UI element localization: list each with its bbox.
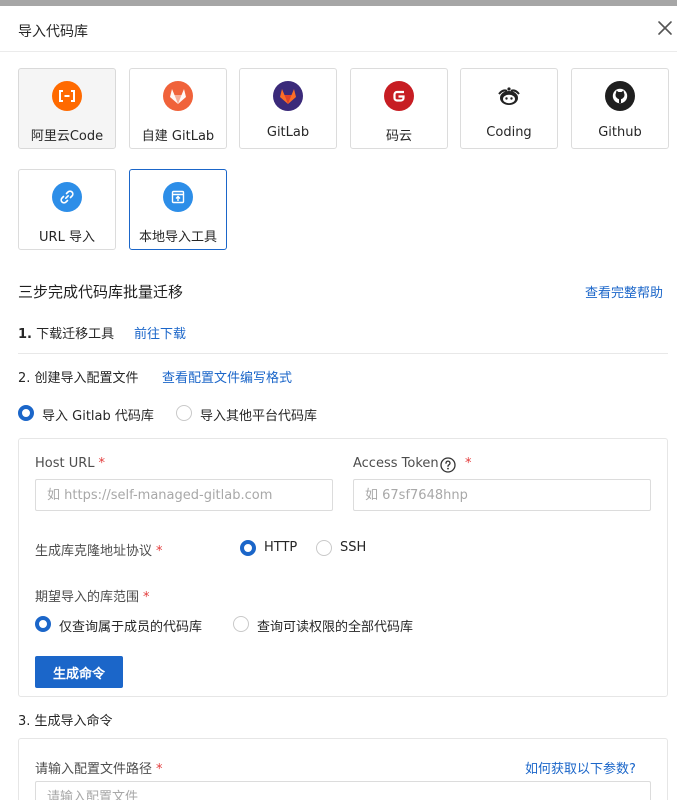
radio-readable-repos[interactable] (233, 616, 249, 632)
access-token-label: Access Token (353, 456, 439, 471)
local-import-icon (163, 182, 193, 212)
config-path-label: 请输入配置文件路径 * (35, 758, 163, 777)
source-card-url-import[interactable]: URL 导入 (18, 169, 116, 250)
get-params-help-link[interactable]: 如何获取以下参数? (525, 758, 636, 777)
radio-gitlab-platform[interactable] (18, 405, 34, 421)
question-circle-icon[interactable] (440, 457, 456, 473)
dialog-title: 导入代码库 (18, 24, 88, 40)
source-card-github[interactable]: Github (571, 68, 669, 149)
self-hosted-gitlab-icon (163, 81, 193, 111)
host-url-label: Host URL * (35, 456, 105, 471)
link-icon (52, 182, 82, 212)
step-1-number: 1. (18, 327, 32, 342)
access-token-input[interactable] (353, 479, 651, 511)
gitlab-icon (273, 81, 303, 111)
step-1-text: 下载迁移工具 (36, 327, 115, 342)
source-card-label: 阿里云Code (30, 129, 104, 144)
aliyun-code-icon (52, 81, 82, 111)
radio-gitlab-platform-label: 导入 Gitlab 代码库 (42, 409, 154, 424)
scope-label-text: 期望导入的库范围 (35, 590, 140, 605)
protocol-label: 生成库克隆地址协议 * (35, 540, 163, 559)
migration-title: 三步完成代码库批量迁移 (18, 283, 184, 301)
radio-other-platform[interactable] (176, 405, 192, 421)
source-card-label: Github (598, 125, 642, 140)
close-icon[interactable] (655, 18, 675, 38)
required-mark: * (143, 590, 150, 605)
source-card-label: Coding (486, 125, 532, 140)
radio-ssh-label: SSH (340, 540, 367, 555)
source-card-local-import-tool[interactable]: 本地导入工具 (129, 169, 227, 250)
radio-member-repos-label: 仅查询属于成员的代码库 (59, 620, 203, 635)
radio-http-label: HTTP (264, 540, 298, 555)
scope-label: 期望导入的库范围 * (35, 586, 150, 605)
required-mark: * (98, 456, 106, 471)
host-url-label-text: Host URL (35, 456, 95, 471)
source-card-label: URL 导入 (39, 230, 95, 245)
required-mark: * (156, 762, 163, 777)
required-mark: * (465, 456, 472, 471)
step-1-label: 1. 下载迁移工具 (18, 323, 114, 342)
github-icon (605, 81, 635, 111)
required-mark: * (156, 544, 163, 559)
coding-icon (494, 81, 524, 111)
protocol-label-text: 生成库克隆地址协议 (35, 544, 153, 559)
source-card-label: 本地导入工具 (138, 230, 217, 245)
source-card-coding[interactable]: Coding (460, 68, 558, 149)
source-card-gitee[interactable]: 码云 (350, 68, 448, 149)
gitee-icon (384, 81, 414, 111)
source-card-label: GitLab (266, 125, 310, 140)
access-token-label-text: Access Token (353, 456, 439, 471)
config-form-panel: Host URL* Access Token * 生成库克隆地址协议* HTTP… (18, 438, 668, 697)
step-2-label: 2. 创建导入配置文件 (18, 371, 139, 386)
source-card-aliyun-code[interactable]: 阿里云Code (18, 68, 116, 149)
download-link[interactable]: 前往下载 (134, 323, 186, 342)
host-url-input[interactable] (35, 479, 333, 511)
source-card-label: 自建 GitLab (141, 129, 215, 144)
source-card-label: 码云 (385, 129, 412, 144)
step-3-label: 3. 生成导入命令 (18, 714, 113, 729)
config-path-input[interactable] (35, 781, 651, 800)
radio-member-repos[interactable] (35, 616, 51, 632)
radio-readable-repos-label: 查询可读权限的全部代码库 (257, 620, 414, 635)
generate-command-button[interactable]: 生成命令 (35, 656, 123, 688)
generate-command-panel: 请输入配置文件路径 * 如何获取以下参数? (18, 738, 668, 800)
full-help-link[interactable]: 查看完整帮助 (585, 282, 663, 301)
config-format-link[interactable]: 查看配置文件编写格式 (162, 367, 292, 386)
dialog-header: 导入代码库 (0, 6, 677, 52)
radio-other-platform-label: 导入其他平台代码库 (200, 409, 318, 424)
step-divider (18, 353, 668, 354)
source-card-self-hosted-gitlab[interactable]: 自建 GitLab (129, 68, 227, 149)
source-card-gitlab[interactable]: GitLab (239, 68, 337, 149)
radio-ssh[interactable] (316, 540, 332, 556)
radio-http[interactable] (240, 540, 256, 556)
config-path-label-text: 请输入配置文件路径 (35, 762, 153, 777)
